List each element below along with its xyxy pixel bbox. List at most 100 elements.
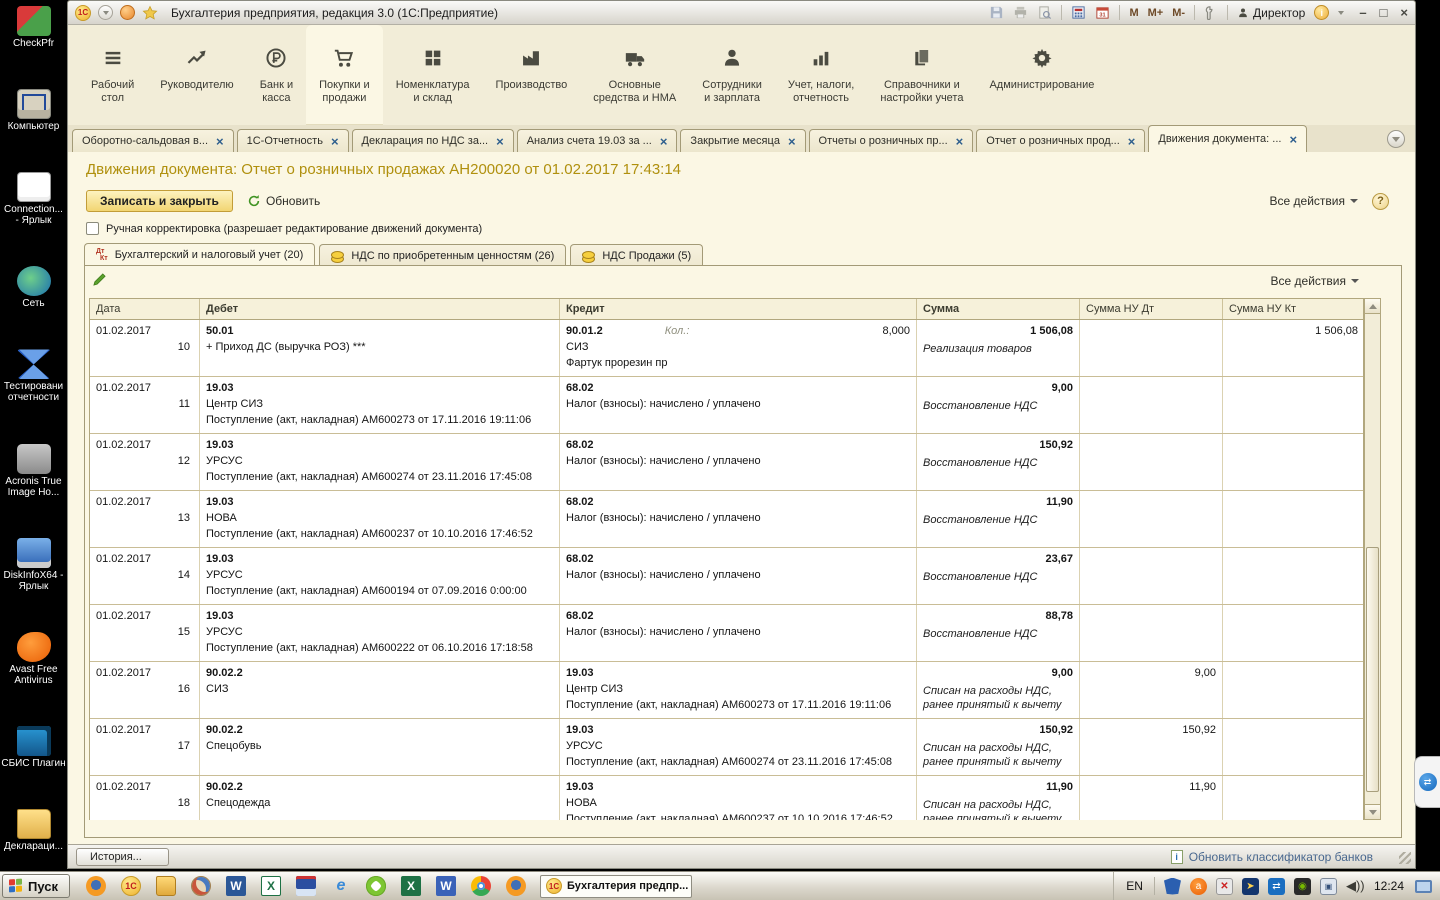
history-button[interactable]: История... bbox=[76, 848, 169, 866]
cell-sum-nu-kt[interactable] bbox=[1223, 776, 1364, 820]
panel-all-actions-button[interactable]: Все действия bbox=[1271, 274, 1359, 288]
column-header[interactable]: Кредит bbox=[560, 299, 917, 319]
desktop-icon-connection-shortcut[interactable]: Connection... - Ярлык bbox=[0, 172, 67, 226]
cell-sum-nu-kt[interactable] bbox=[1223, 719, 1364, 775]
manual-adjust-checkbox[interactable] bbox=[86, 222, 99, 235]
cell-sum-nu-dt[interactable] bbox=[1080, 605, 1223, 661]
taskbar-task-button[interactable]: 1С Бухгалтерия предпр... bbox=[540, 875, 692, 898]
table-row[interactable]: 01.02.201710 50.01+ Приход ДС (выручка Р… bbox=[90, 320, 1363, 377]
desktop-icon-checkpfr[interactable]: CheckPfr bbox=[0, 6, 67, 49]
cell-sum-nu-dt[interactable]: 150,92 bbox=[1080, 719, 1223, 775]
section-bank-cash[interactable]: Банк и касса bbox=[247, 25, 306, 125]
section-manager[interactable]: Руководителю bbox=[147, 25, 246, 125]
tab-close-icon[interactable]: × bbox=[496, 135, 504, 148]
cell-credit[interactable]: 68.02Налог (взносы): начислено / уплачен… bbox=[560, 377, 917, 433]
tray-security-alert-icon[interactable]: ✕ bbox=[1216, 878, 1233, 895]
quicklaunch-ie-icon[interactable]: e bbox=[331, 876, 351, 896]
table-row[interactable]: 01.02.201716 90.02.2СИЗ 19.03Центр СИЗПо… bbox=[90, 662, 1363, 719]
cell-debit[interactable]: 90.02.2СИЗ bbox=[200, 662, 560, 718]
memory-m-minus-button[interactable]: M- bbox=[1172, 7, 1185, 19]
service-button[interactable] bbox=[120, 5, 135, 20]
start-button[interactable]: Пуск bbox=[2, 874, 70, 898]
table-row[interactable]: 01.02.201717 90.02.2Спецобувь 19.03УРСУС… bbox=[90, 719, 1363, 776]
tab-document[interactable]: Закрытие месяца× bbox=[680, 129, 805, 152]
tab-close-icon[interactable]: × bbox=[788, 135, 796, 148]
cell-sum-nu-kt[interactable]: 1 506,08 bbox=[1223, 320, 1364, 376]
app-1c-icon[interactable]: 1С bbox=[75, 5, 91, 21]
display-settings-icon[interactable] bbox=[1415, 880, 1432, 893]
cell-date[interactable]: 01.02.201715 bbox=[90, 605, 200, 661]
tab-close-icon[interactable]: × bbox=[660, 135, 668, 148]
cell-date[interactable]: 01.02.201710 bbox=[90, 320, 200, 376]
cell-credit[interactable]: 19.03Центр СИЗПоступление (акт, накладна… bbox=[560, 662, 917, 718]
refresh-button[interactable]: Обновить bbox=[247, 194, 320, 208]
desktop-icon-report-testing[interactable]: Тестировани отчетности bbox=[0, 349, 67, 403]
cell-sum[interactable]: 150,92Списан на расходы НДС,ранее принят… bbox=[917, 719, 1080, 775]
table-row[interactable]: 01.02.201714 19.03УРСУСПоступление (акт,… bbox=[90, 548, 1363, 605]
section-stock[interactable]: Номенклатура и склад bbox=[383, 25, 483, 125]
quicklaunch-firefox-icon[interactable] bbox=[86, 876, 106, 896]
cell-sum-nu-kt[interactable] bbox=[1223, 605, 1364, 661]
cell-sum-nu-dt[interactable] bbox=[1080, 320, 1223, 376]
help-button[interactable]: ? bbox=[1372, 193, 1389, 210]
tray-nvidia-icon[interactable]: ◉ bbox=[1294, 878, 1311, 895]
cell-date[interactable]: 01.02.201713 bbox=[90, 491, 200, 547]
memory-m-button[interactable]: M bbox=[1129, 7, 1138, 19]
quicklaunch-folder-icon[interactable] bbox=[156, 876, 176, 896]
section-purchases-sales[interactable]: Покупки и продажи bbox=[306, 25, 383, 125]
tab-document[interactable]: Декларация по НДС за...× bbox=[352, 129, 514, 152]
cell-date[interactable]: 01.02.201712 bbox=[90, 434, 200, 490]
cell-date[interactable]: 01.02.201718 bbox=[90, 776, 200, 820]
teamviewer-flyout[interactable]: ⇄ bbox=[1414, 756, 1440, 808]
cell-credit[interactable]: 19.03УРСУСПоступление (акт, накладная) А… bbox=[560, 719, 917, 775]
cell-date[interactable]: 01.02.201717 bbox=[90, 719, 200, 775]
quicklaunch-excel-icon[interactable]: X bbox=[261, 876, 281, 896]
all-actions-button[interactable]: Все действия bbox=[1270, 194, 1358, 208]
tray-pravocons-icon[interactable]: ➤ bbox=[1242, 878, 1259, 895]
print-icon[interactable] bbox=[1013, 5, 1028, 20]
cell-sum[interactable]: 88,78Восстановление НДС bbox=[917, 605, 1080, 661]
table-row[interactable]: 01.02.201711 19.03Центр СИЗПоступление (… bbox=[90, 377, 1363, 434]
cell-credit[interactable]: 68.02Налог (взносы): начислено / уплачен… bbox=[560, 605, 917, 661]
desktop-icon-network[interactable]: Сеть bbox=[0, 266, 67, 309]
cell-credit[interactable]: 68.02Налог (взносы): начислено / уплачен… bbox=[560, 491, 917, 547]
tab-document[interactable]: Оборотно-сальдовая в...× bbox=[72, 129, 234, 152]
quicklaunch-word-blue-icon[interactable]: W bbox=[436, 876, 456, 896]
cell-sum[interactable]: 9,00Списан на расходы НДС,ранее принятый… bbox=[917, 662, 1080, 718]
cell-sum[interactable]: 11,90Восстановление НДС bbox=[917, 491, 1080, 547]
desktop-icon-sbis[interactable]: СБИС Плагин bbox=[0, 726, 67, 769]
register-tab[interactable]: ДтКтБухгалтерский и налоговый учет (20) bbox=[84, 243, 315, 266]
tray-antivirus-shield-icon[interactable] bbox=[1164, 878, 1181, 895]
quicklaunch-1c-icon[interactable]: 1С bbox=[121, 876, 141, 896]
cell-credit[interactable]: 68.02Налог (взносы): начислено / уплачен… bbox=[560, 548, 917, 604]
cell-sum-nu-kt[interactable] bbox=[1223, 548, 1364, 604]
cell-sum-nu-dt[interactable] bbox=[1080, 434, 1223, 490]
info-dropdown-icon[interactable] bbox=[1338, 11, 1344, 15]
cell-sum-nu-dt[interactable]: 11,90 bbox=[1080, 776, 1223, 820]
tab-document[interactable]: 1С-Отчетность× bbox=[237, 129, 349, 152]
favorites-star-icon[interactable] bbox=[142, 5, 158, 21]
cell-debit[interactable]: 19.03УРСУСПоступление (акт, накладная) А… bbox=[200, 548, 560, 604]
cell-date[interactable]: 01.02.201711 bbox=[90, 377, 200, 433]
cell-credit[interactable]: 90.01.2Кол.:8,000СИЗФартук прорезин пр bbox=[560, 320, 917, 376]
current-user[interactable]: Директор bbox=[1237, 6, 1305, 20]
resize-grip[interactable] bbox=[1399, 852, 1411, 864]
cell-sum[interactable]: 11,90Списан на расходы НДС,ранее приняты… bbox=[917, 776, 1080, 820]
table-row[interactable]: 01.02.201715 19.03УРСУСПоступление (акт,… bbox=[90, 605, 1363, 662]
tab-scroll-button[interactable] bbox=[1387, 130, 1405, 148]
cell-sum-nu-dt[interactable] bbox=[1080, 548, 1223, 604]
tab-close-icon[interactable]: × bbox=[331, 135, 339, 148]
quicklaunch-paint-icon[interactable] bbox=[191, 876, 211, 896]
calendar-icon[interactable]: 31 bbox=[1095, 5, 1110, 20]
quicklaunch-chrome-icon[interactable] bbox=[471, 876, 491, 896]
register-tab[interactable]: НДС Продажи (5) bbox=[570, 244, 703, 266]
section-references[interactable]: Справочники и настройки учета bbox=[867, 25, 976, 125]
cell-debit[interactable]: 19.03Центр СИЗПоступление (акт, накладна… bbox=[200, 377, 560, 433]
quicklaunch-icq-icon[interactable] bbox=[366, 876, 386, 896]
quicklaunch-firefox-icon[interactable] bbox=[506, 876, 526, 896]
cell-debit[interactable]: 90.02.2Спецодежда bbox=[200, 776, 560, 820]
cell-sum[interactable]: 9,00Восстановление НДС bbox=[917, 377, 1080, 433]
tab-close-icon[interactable]: × bbox=[1289, 133, 1297, 146]
column-header[interactable]: Сумма bbox=[917, 299, 1080, 319]
tab-active[interactable]: Движения документа: ...× bbox=[1148, 125, 1307, 152]
